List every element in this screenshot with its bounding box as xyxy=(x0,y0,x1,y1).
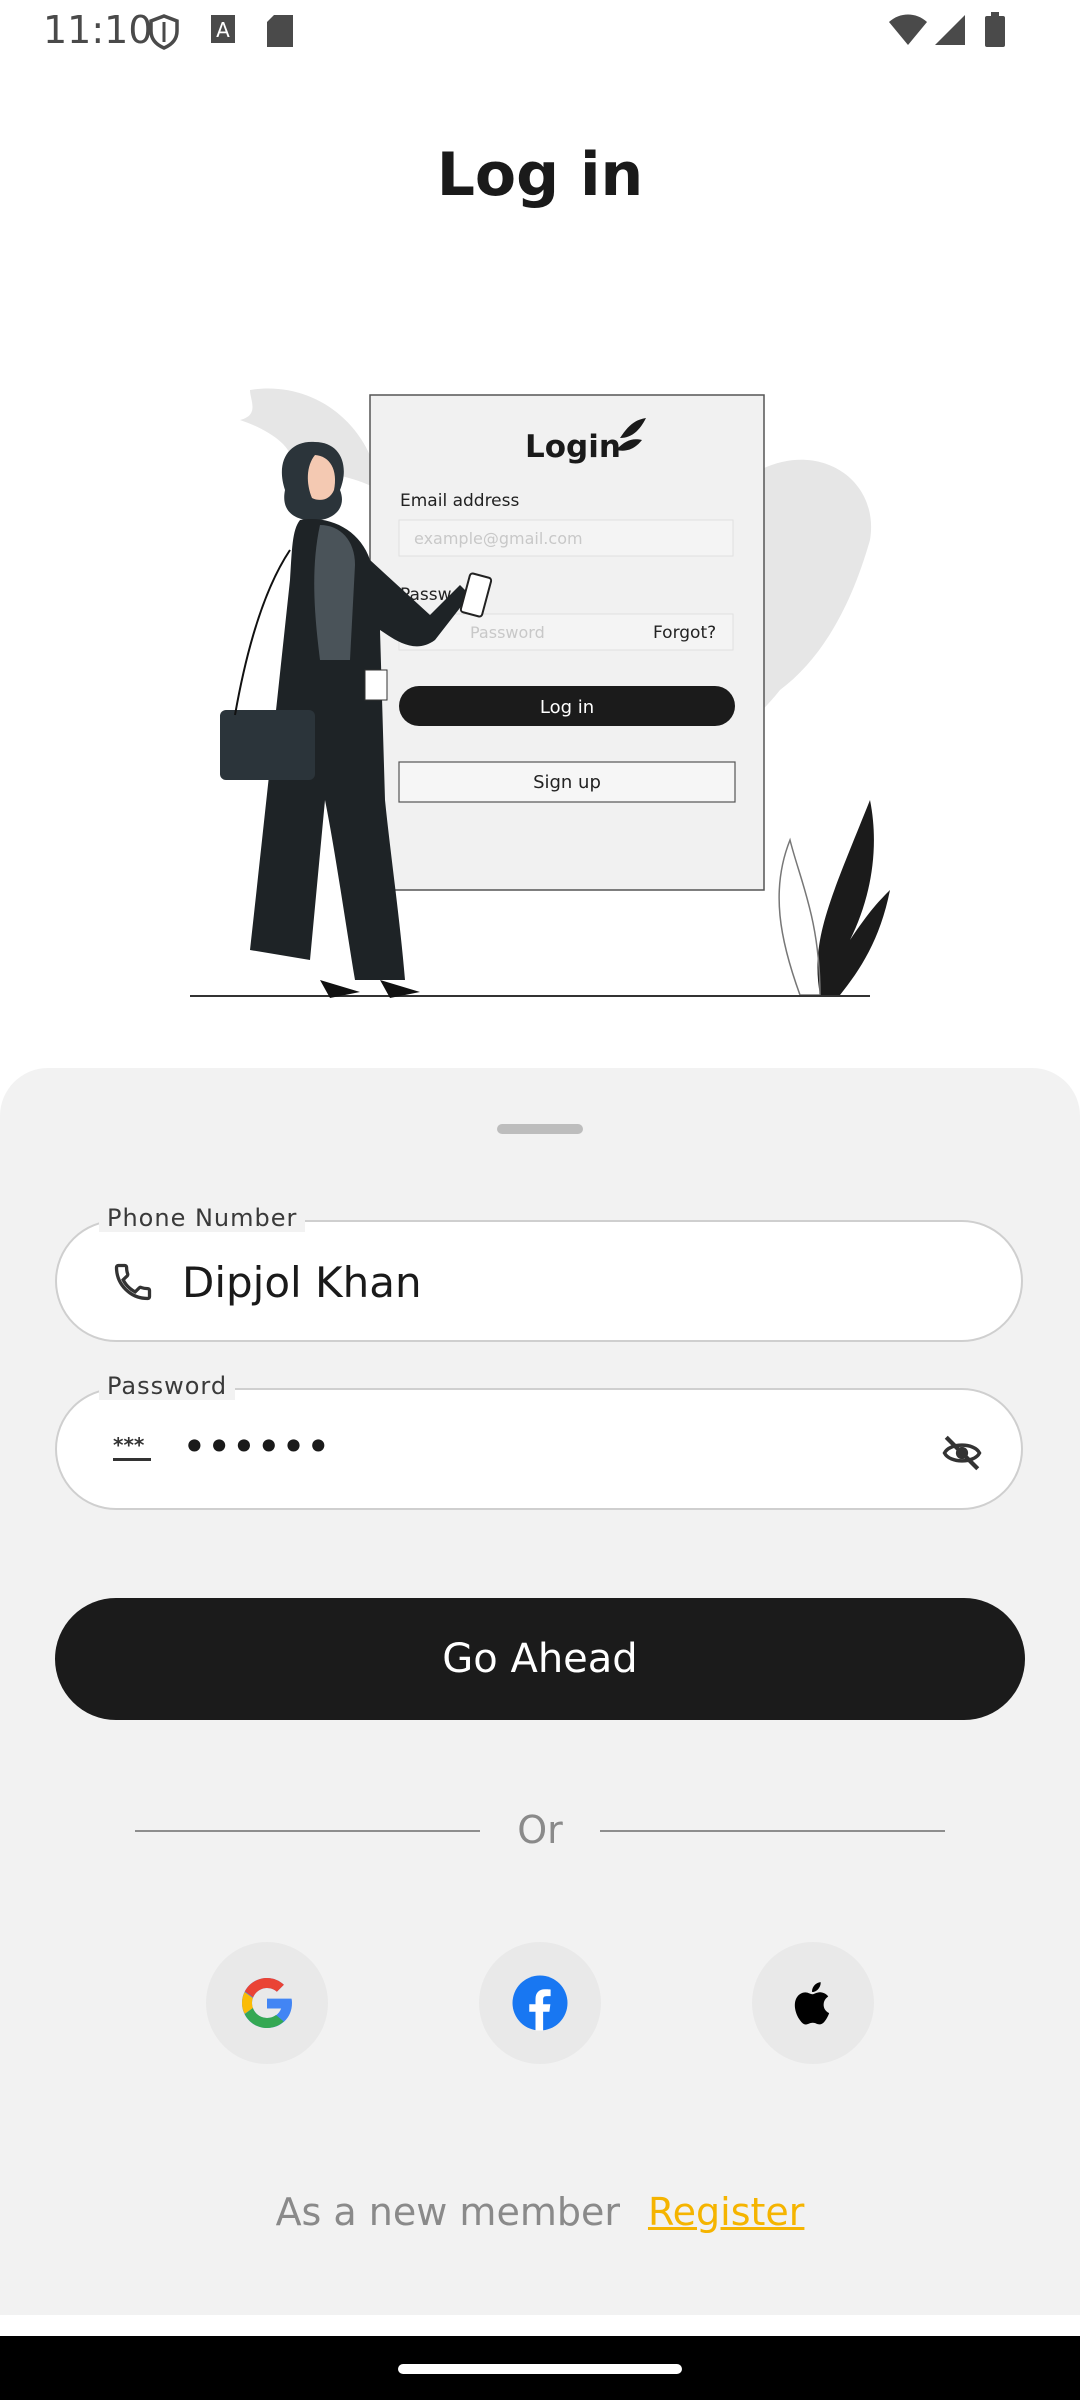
login-illustration: Login Email address example@gmail.com Pa… xyxy=(190,388,890,998)
visibility-off-icon[interactable] xyxy=(941,1432,983,1474)
card-title: Login xyxy=(525,429,621,465)
member-text: As a new member xyxy=(275,2190,620,2234)
apple-login-button[interactable] xyxy=(752,1942,874,2064)
status-time: 11:10 xyxy=(43,8,153,52)
password-icon: *** xyxy=(113,1433,151,1461)
password-input[interactable]: •••••• xyxy=(182,1422,331,1471)
battery-icon xyxy=(985,12,1005,47)
or-divider-text: Or xyxy=(517,1808,563,1852)
status-bar: 11:10 A xyxy=(0,0,1080,62)
svg-text:A: A xyxy=(216,18,230,42)
divider-line-left xyxy=(135,1830,480,1832)
card-password-placeholder: Password xyxy=(470,623,545,642)
card-login-button-label: Log in xyxy=(540,697,594,718)
login-sheet: Phone Number Dipjol Khan Password *** ••… xyxy=(0,1068,1080,2315)
card-email-placeholder: example@gmail.com xyxy=(414,529,583,548)
phone-number-field[interactable]: Phone Number Dipjol Khan xyxy=(55,1204,1023,1342)
facebook-login-button[interactable] xyxy=(479,1942,601,2064)
go-ahead-button[interactable]: Go Ahead xyxy=(55,1598,1025,1720)
password-field[interactable]: Password *** •••••• xyxy=(55,1372,1023,1510)
text-icon: A xyxy=(211,15,235,43)
google-login-button[interactable] xyxy=(206,1942,328,2064)
register-prompt: As a new member Register xyxy=(0,2190,1080,2234)
page-title: Log in xyxy=(436,140,644,210)
wifi-icon xyxy=(889,14,927,45)
home-gesture-handle[interactable] xyxy=(398,2364,682,2374)
facebook-icon xyxy=(512,1975,568,2031)
register-link[interactable]: Register xyxy=(648,2190,804,2234)
phone-number-input[interactable]: Dipjol Khan xyxy=(182,1258,422,1307)
google-icon xyxy=(242,1978,292,2028)
card-email-label: Email address xyxy=(400,491,520,511)
shield-icon xyxy=(149,14,179,50)
divider-line-right xyxy=(600,1830,945,1832)
password-label: Password xyxy=(99,1372,236,1400)
svg-text:***: *** xyxy=(113,1433,145,1457)
sheet-handle[interactable] xyxy=(497,1124,583,1134)
apple-icon xyxy=(794,1982,830,2025)
signal-icon xyxy=(935,15,965,45)
navigation-bar xyxy=(0,2336,1080,2400)
phone-icon xyxy=(114,1263,152,1301)
card-forgot-label: Forgot? xyxy=(653,623,716,643)
card-signup-button-label: Sign up xyxy=(533,772,601,793)
sd-card-icon xyxy=(267,15,293,47)
phone-number-label: Phone Number xyxy=(99,1204,306,1232)
